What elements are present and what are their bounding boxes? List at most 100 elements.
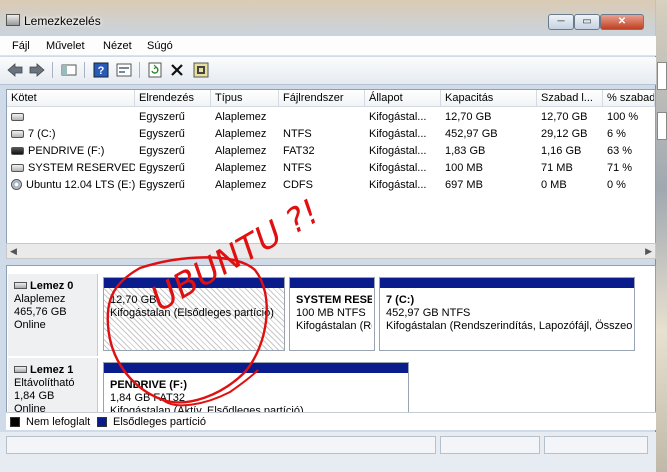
delete-icon[interactable] [168, 61, 186, 79]
col-header-volume[interactable]: Kötet [7, 90, 135, 107]
legend-swatch-unallocated [10, 417, 20, 427]
cell-volume: PENDRIVE (F:) [7, 143, 135, 160]
desktop-window-fragment [657, 62, 667, 90]
col-header-status[interactable]: Állapot [365, 90, 441, 107]
partition-size: 12,70 GB [110, 294, 157, 306]
back-arrow-icon[interactable] [6, 61, 24, 79]
table-row[interactable]: 7 (C:) Egyszerű Alaplemez NTFS Kifogástal...… [7, 126, 655, 143]
cell-capacity-text: 100 MB [445, 162, 483, 174]
partition-system-reserved[interactable]: SYSTEM RESER 100 MB NTFS Kifogástalan (R… [289, 277, 375, 351]
usb-drive-icon [11, 147, 24, 155]
settings-icon[interactable] [192, 61, 210, 79]
partition-c-drive[interactable]: 7 (C:) 452,97 GB NTFS Kifogástalan (Rend… [379, 277, 635, 351]
cell-volume: 7 (C:) [7, 126, 135, 143]
disk-name: Lemez 0 [30, 280, 74, 292]
col-header-free-space[interactable]: Szabad l... [537, 90, 603, 107]
cell-percent-free: 6 % [603, 126, 655, 143]
drive-icon [11, 130, 24, 138]
cell-filesystem: NTFS [279, 126, 365, 143]
disk-type: Alaplemez [14, 293, 66, 305]
desktop-window-fragment [657, 112, 667, 140]
disk-size: 1,84 GB [14, 390, 55, 402]
cell-status: Kifogástal... [365, 109, 441, 126]
drive-icon [11, 164, 24, 172]
legend-label-primary: Elsődleges partíció [113, 416, 206, 428]
partition-unlabeled[interactable]: 12,70 GB Kifogástalan (Elsődleges partíc… [103, 277, 285, 351]
menu-file[interactable]: Fájl [12, 40, 30, 52]
cell-layout-text: Egyszerű [139, 128, 185, 140]
cell-type: Alaplemez [211, 160, 279, 177]
col-header-percent-free[interactable]: % szabad [603, 90, 655, 107]
col-header-filesystem[interactable]: Fájlrendszer [279, 90, 365, 107]
cell-free-space: 0 MB [537, 177, 603, 194]
table-row[interactable]: PENDRIVE (F:) Egyszerű Alaplemez FAT32 Kifog… [7, 143, 655, 160]
cell-percent-free-text: 100 % [607, 111, 639, 123]
cell-free-space-text: 12,70 GB [541, 111, 588, 123]
cell-type-text: Alaplemez [215, 145, 267, 157]
table-row[interactable]: SYSTEM RESERVED Egyszerű Alaplemez NTFS Kifo… [7, 160, 655, 177]
partition-size: 1,84 GB FAT32 [110, 392, 186, 404]
cell-filesystem: NTFS [279, 160, 365, 177]
cell-filesystem: FAT32 [279, 143, 365, 160]
menu-bar: Fájl Művelet Nézet Súgó [0, 36, 656, 56]
status-cell [440, 436, 540, 454]
cell-type: Alaplemez [211, 143, 279, 160]
scroll-left-icon[interactable]: ◀ [10, 246, 17, 257]
cell-type-text: Alaplemez [215, 128, 267, 140]
menu-action[interactable]: Művelet [46, 40, 85, 52]
legend-swatch-primary [97, 417, 107, 427]
cell-capacity-text: 452,97 GB [445, 128, 498, 140]
properties-icon[interactable] [115, 61, 133, 79]
status-bar [0, 432, 656, 472]
cell-volume: SYSTEM RESERVED [7, 160, 135, 177]
menu-view[interactable]: Nézet [103, 40, 132, 52]
maximize-button[interactable]: ▭ [574, 14, 600, 30]
cell-percent-free: 71 % [603, 160, 655, 177]
cell-capacity-text: 1,83 GB [445, 145, 486, 157]
horizontal-scrollbar[interactable]: ◀ ▶ [6, 243, 656, 259]
cell-volume-text: Ubuntu 12.04 LTS (E:) [26, 179, 135, 191]
partition-color-bar [290, 278, 374, 288]
scroll-right-icon[interactable]: ▶ [645, 246, 652, 257]
cell-free-space-text: 0 MB [541, 179, 567, 191]
status-cell [544, 436, 648, 454]
partition-size: 452,97 GB NTFS [386, 307, 471, 319]
cell-capacity-text: 12,70 GB [445, 111, 492, 123]
partition-name: PENDRIVE (F:) [110, 379, 187, 391]
cell-filesystem-text: NTFS [283, 162, 312, 174]
minimize-button[interactable]: ─ [548, 14, 574, 30]
panel-icon[interactable] [60, 61, 78, 79]
col-header-layout[interactable]: Elrendezés [135, 90, 211, 107]
cell-volume-text: PENDRIVE (F:) [28, 145, 105, 157]
forward-arrow-icon[interactable] [28, 61, 46, 79]
close-button[interactable]: ✕ [600, 14, 644, 30]
cell-layout-text: Egyszerű [139, 145, 185, 157]
col-header-type[interactable]: Típus [211, 90, 279, 107]
disk-0-label[interactable]: Lemez 0 Alaplemez 465,76 GB Online [8, 274, 98, 356]
drive-icon [11, 113, 24, 121]
cell-percent-free-text: 71 % [607, 162, 633, 174]
cell-free-space: 71 MB [537, 160, 603, 177]
table-row[interactable]: Ubuntu 12.04 LTS (E:) Egyszerű Alaplemez CD… [7, 177, 655, 194]
cell-free-space: 1,16 GB [537, 143, 603, 160]
refresh-icon[interactable] [146, 61, 164, 79]
cell-volume-text: SYSTEM RESERVED [28, 162, 135, 174]
menu-help[interactable]: Súgó [147, 40, 173, 52]
disk-name: Lemez 1 [30, 364, 74, 376]
toolbar: ? [0, 57, 656, 85]
cell-type: Alaplemez [211, 177, 279, 194]
help-icon[interactable]: ? [92, 61, 110, 79]
toolbar-separator [52, 62, 53, 78]
table-row[interactable]: Egyszerű Alaplemez Kifogástal... 12,70 GB 12… [7, 109, 655, 126]
cell-layout: Egyszerű [135, 143, 211, 160]
col-header-capacity[interactable]: Kapacitás [441, 90, 537, 107]
title-bar[interactable]: Lemezkezelés ─ ▭ ✕ [0, 0, 656, 36]
disk-graphical-view: Lemez 0 Alaplemez 465,76 GB Online 12,70… [6, 265, 656, 429]
cd-drive-icon [11, 179, 22, 190]
cell-capacity: 1,83 GB [441, 143, 537, 160]
cell-filesystem: CDFS [279, 177, 365, 194]
cell-layout-text: Egyszerű [139, 179, 185, 191]
partition-status: Kifogástalan (Elsődleges partíció) [110, 307, 274, 319]
cell-status-text: Kifogástal... [369, 128, 427, 140]
cell-layout: Egyszerű [135, 109, 211, 126]
